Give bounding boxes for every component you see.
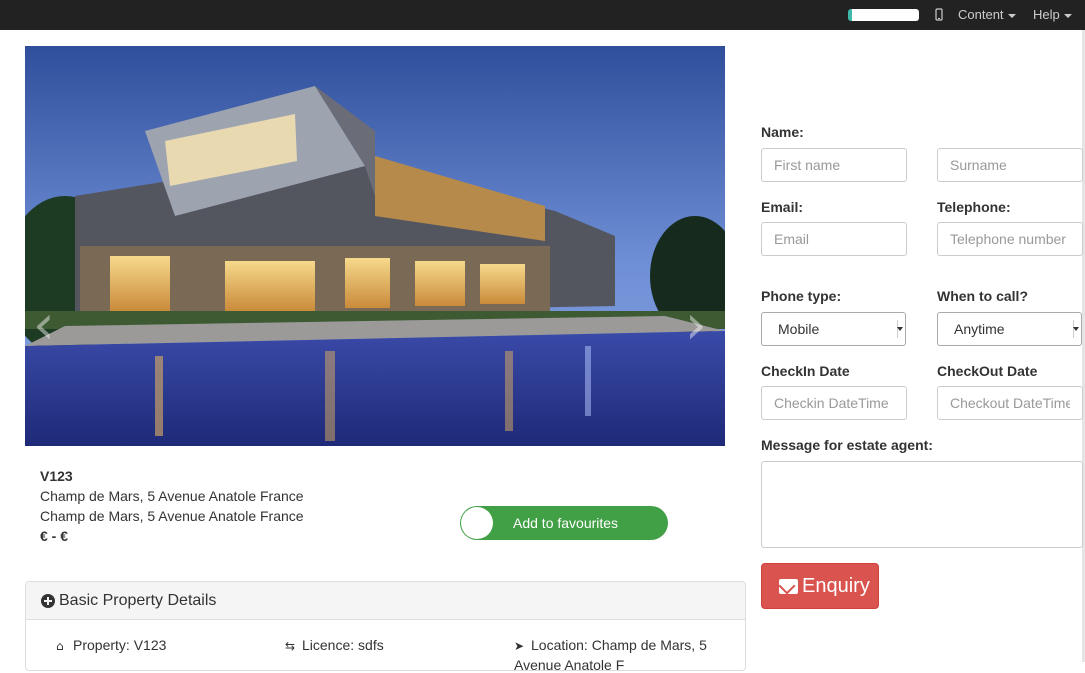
- basic-property-details-panel: Basic Property Details ⌂ Property: V123 ⇆…: [25, 581, 746, 673]
- checkout-label: CheckOut Date: [937, 363, 1038, 379]
- retweet-icon: ⇆: [285, 639, 296, 653]
- add-to-favourites-label: Add to favourites: [513, 515, 619, 531]
- message-label: Message for estate agent:: [761, 437, 933, 453]
- property-id: V123: [40, 468, 73, 484]
- home-icon: ⌂: [56, 639, 64, 653]
- checkin-input[interactable]: [761, 386, 907, 420]
- phone-type-value: Mobile: [778, 321, 820, 337]
- name-label: Name:: [761, 124, 804, 140]
- detail-property-text: Property: V123: [73, 637, 167, 653]
- enquiry-label: Enquiry: [802, 575, 870, 597]
- property-image-carousel[interactable]: ‹ ›: [25, 46, 725, 446]
- phone-type-select[interactable]: Mobile: [761, 312, 906, 346]
- nav-content-menu[interactable]: Content: [958, 7, 1016, 22]
- toggle-knob: [461, 507, 493, 539]
- select-arrow-icon: [1073, 320, 1079, 338]
- email-input[interactable]: [761, 222, 907, 256]
- top-navbar: Content Help: [0, 0, 1085, 30]
- detail-licence: ⇆ Licence: sdfs: [285, 637, 384, 653]
- detail-location-cont: Avenue Anatole F: [514, 657, 625, 673]
- email-label: Email:: [761, 199, 804, 215]
- panel-header[interactable]: Basic Property Details: [26, 582, 745, 620]
- detail-location-text: Location: Champ de Mars, 5: [531, 637, 707, 653]
- checkout-input[interactable]: [937, 386, 1083, 420]
- select-arrow-icon: [897, 320, 903, 338]
- when-to-call-select[interactable]: Anytime: [937, 312, 1082, 346]
- when-to-call-label: When to call?: [937, 288, 1028, 304]
- plus-circle-icon: [41, 594, 55, 608]
- first-name-input[interactable]: [761, 148, 907, 182]
- nav-search-pill[interactable]: [848, 9, 919, 21]
- carousel-prev-icon[interactable]: ‹: [33, 293, 55, 356]
- chevron-down-icon: [1007, 13, 1016, 18]
- checkin-label: CheckIn Date: [761, 363, 850, 379]
- add-to-favourites-toggle[interactable]: Add to favourites: [460, 506, 668, 540]
- chevron-down-icon: [1063, 13, 1072, 18]
- nav-help-label: Help: [1033, 7, 1060, 22]
- phone-type-label: Phone type:: [761, 288, 842, 304]
- enquiry-button[interactable]: Enquiry: [761, 563, 879, 609]
- telephone-label: Telephone:: [937, 199, 1011, 215]
- property-address: Champ de Mars, 5 Avenue Anatole France: [40, 488, 304, 504]
- property-photo: [25, 46, 725, 446]
- telephone-input[interactable]: [937, 222, 1083, 256]
- property-address: Champ de Mars, 5 Avenue Anatole France: [40, 508, 304, 524]
- location-arrow-icon: ➤: [514, 639, 525, 653]
- nav-content-label: Content: [958, 7, 1004, 22]
- envelope-icon: [779, 579, 798, 594]
- when-to-call-value: Anytime: [954, 321, 1005, 337]
- detail-licence-text: Licence: sdfs: [302, 637, 384, 653]
- nav-help-menu[interactable]: Help: [1033, 7, 1072, 22]
- panel-title: Basic Property Details: [59, 592, 217, 609]
- detail-location: ➤ Location: Champ de Mars, 5: [514, 637, 707, 653]
- mobile-phone-icon[interactable]: [935, 8, 943, 21]
- surname-input[interactable]: [937, 148, 1083, 182]
- property-price: € - €: [40, 528, 69, 544]
- detail-property: ⌂ Property: V123: [56, 637, 166, 653]
- message-textarea[interactable]: [761, 461, 1083, 548]
- carousel-next-icon[interactable]: ›: [685, 293, 707, 356]
